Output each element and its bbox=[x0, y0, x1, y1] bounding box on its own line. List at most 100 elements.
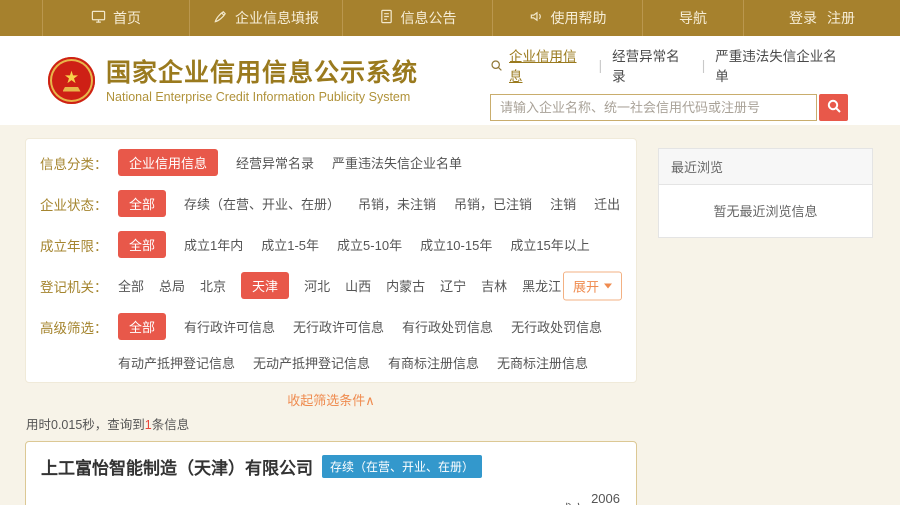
filter-label: 登记机关： bbox=[40, 279, 108, 295]
recent-views-card: 最近浏览 暂无最近浏览信息 bbox=[658, 148, 873, 238]
search-tab-abnormal-list[interactable]: 经营异常名录 bbox=[612, 45, 692, 85]
filter-option[interactable]: 有动产抵押登记信息 bbox=[118, 353, 235, 372]
national-emblem-logo: ★ bbox=[48, 57, 95, 104]
expand-button[interactable]: 展开 bbox=[562, 271, 622, 300]
filter-option[interactable]: 有商标注册信息 bbox=[388, 353, 479, 372]
search-button[interactable] bbox=[819, 94, 848, 121]
nav-item-navigation[interactable]: 导航 bbox=[643, 0, 744, 36]
filter-option[interactable]: 山西 bbox=[345, 276, 371, 295]
pen-icon bbox=[213, 9, 228, 27]
expand-button-label: 展开 bbox=[572, 279, 599, 294]
filter-option[interactable]: 无行政许可信息 bbox=[293, 317, 384, 336]
filter-option[interactable]: 全部 bbox=[118, 231, 167, 258]
search-block: 企业信用信息 经营异常名录 严重违法失信企业名单 bbox=[490, 45, 848, 121]
filter-label: 信息分类： bbox=[40, 156, 108, 172]
filter-label: 高级筛选： bbox=[40, 320, 108, 336]
filter-option[interactable]: 企业信用信息 bbox=[118, 149, 219, 176]
stats-count: 1 bbox=[144, 418, 152, 432]
bulletin-icon bbox=[379, 9, 394, 27]
page-title: 国家企业信用信息公示系统 bbox=[106, 58, 419, 87]
field-establishment-date: 成立日期： 2006年05月24日 bbox=[538, 491, 620, 505]
main-content: 信息分类： 企业信用信息 经营异常名录 严重违法失信企业名单 企业状态： 全部 … bbox=[0, 125, 900, 505]
company-name-link[interactable]: 上工富怡智能制造（天津）有限公司 bbox=[41, 454, 313, 479]
search-tab-credit-info[interactable]: 企业信用信息 bbox=[509, 45, 589, 85]
search-icon bbox=[490, 59, 503, 72]
filter-option[interactable]: 黑龙江 bbox=[522, 276, 561, 295]
login-link[interactable]: 登录 bbox=[789, 8, 817, 28]
site-header: ★ 国家企业信用信息公示系统 National Enterprise Credi… bbox=[0, 36, 900, 125]
filter-option[interactable]: 吊销，已注销 bbox=[454, 194, 532, 213]
filter-option[interactable]: 成立5-10年 bbox=[337, 235, 402, 254]
nav-item-home[interactable]: 首页 bbox=[43, 0, 190, 36]
filter-option[interactable]: 注销 bbox=[550, 194, 576, 213]
recent-views-title: 最近浏览 bbox=[659, 149, 872, 185]
filter-row-registration-authority: 登记机关： 全部 总局 北京 天津 河北 山西 内蒙古 辽宁 吉林 黑龙江 展开 bbox=[40, 265, 622, 306]
filter-label: 企业状态： bbox=[40, 197, 108, 213]
tab-separator bbox=[599, 58, 603, 73]
nav-spacer bbox=[0, 0, 43, 36]
filter-option[interactable]: 全部 bbox=[118, 313, 167, 340]
search-row bbox=[490, 94, 848, 121]
top-navbar: 首页 企业信息填报 信息公告 使用帮助 导航 登录 注册 bbox=[0, 0, 900, 36]
filter-option[interactable]: 成立15年以上 bbox=[510, 235, 589, 254]
filter-option[interactable]: 全部 bbox=[118, 276, 144, 295]
nav-item-label: 企业信息填报 bbox=[235, 10, 319, 26]
filter-option[interactable]: 迁出 bbox=[594, 194, 620, 213]
magnifier-icon bbox=[826, 98, 842, 117]
filter-option[interactable]: 河北 bbox=[304, 276, 330, 295]
nav-item-label: 使用帮助 bbox=[550, 10, 607, 26]
collapse-filters-link[interactable]: 收起筛选条件∧ bbox=[25, 390, 637, 409]
nav-item-enterprise-filing[interactable]: 企业信息填报 bbox=[190, 0, 343, 36]
filter-option[interactable]: 经营异常名录 bbox=[236, 153, 314, 172]
register-link[interactable]: 注册 bbox=[827, 8, 855, 28]
filter-option[interactable]: 吉林 bbox=[481, 276, 507, 295]
search-stats: 用时0.015秒，查询到1条信息 bbox=[26, 414, 637, 433]
monitor-icon bbox=[91, 9, 106, 27]
result-title-row: 上工富怡智能制造（天津）有限公司 存续（在营、开业、在册） bbox=[41, 454, 620, 479]
search-input[interactable] bbox=[490, 94, 817, 121]
filter-row-info-category: 信息分类： 企业信用信息 经营异常名录 严重违法失信企业名单 bbox=[40, 142, 622, 183]
filter-option[interactable]: 全部 bbox=[118, 190, 167, 217]
nav-item-announcements[interactable]: 信息公告 bbox=[343, 0, 493, 36]
stats-prefix: 用时0.015秒，查询到 bbox=[26, 418, 145, 432]
results-column: 信息分类： 企业信用信息 经营异常名录 严重违法失信企业名单 企业状态： 全部 … bbox=[25, 138, 637, 505]
filter-option[interactable]: 严重违法失信企业名单 bbox=[332, 153, 462, 172]
filter-option[interactable]: 成立1-5年 bbox=[261, 235, 319, 254]
speaker-icon bbox=[529, 9, 544, 27]
filter-row-establishment-years: 成立年限： 全部 成立1年内 成立1-5年 成立5-10年 成立10-15年 成… bbox=[40, 224, 622, 265]
filter-label: 成立年限： bbox=[40, 238, 108, 254]
filter-option[interactable]: 辽宁 bbox=[440, 276, 466, 295]
filter-row-advanced: 高级筛选： 全部 有行政许可信息 无行政许可信息 有行政处罚信息 无行政处罚信息 bbox=[40, 306, 622, 347]
result-fields: 统一社会信用代码： 9112022478639352X6 法定代表人： 夏国强 … bbox=[41, 491, 620, 505]
sidebar: 最近浏览 暂无最近浏览信息 bbox=[658, 148, 873, 505]
filter-option[interactable]: 天津 bbox=[241, 272, 290, 299]
filter-option[interactable]: 成立1年内 bbox=[184, 235, 243, 254]
search-tab-illegal-list[interactable]: 严重违法失信企业名单 bbox=[715, 45, 848, 85]
filter-option[interactable]: 有行政许可信息 bbox=[184, 317, 275, 336]
filter-option[interactable]: 内蒙古 bbox=[386, 276, 425, 295]
filter-option[interactable]: 无商标注册信息 bbox=[497, 353, 588, 372]
filter-option[interactable]: 有行政处罚信息 bbox=[402, 317, 493, 336]
nav-item-label: 导航 bbox=[679, 10, 707, 26]
filter-option[interactable]: 总局 bbox=[159, 276, 185, 295]
filter-row-advanced-continued: 有动产抵押登记信息 无动产抵押登记信息 有商标注册信息 无商标注册信息 bbox=[40, 347, 622, 377]
filter-panel: 信息分类： 企业信用信息 经营异常名录 严重违法失信企业名单 企业状态： 全部 … bbox=[25, 138, 637, 383]
site-title-block: 国家企业信用信息公示系统 National Enterprise Credit … bbox=[106, 58, 418, 104]
stats-suffix: 条信息 bbox=[151, 418, 190, 432]
recent-views-empty-text: 暂无最近浏览信息 bbox=[713, 204, 818, 219]
nav-auth: 登录 注册 bbox=[744, 0, 900, 36]
chevron-down-icon bbox=[604, 283, 612, 288]
tab-separator bbox=[702, 58, 706, 73]
establishment-date-value: 2006年05月24日 bbox=[591, 491, 620, 505]
nav-item-help[interactable]: 使用帮助 bbox=[493, 0, 643, 36]
filter-option[interactable]: 吊销，未注销 bbox=[358, 194, 436, 213]
filter-option[interactable]: 成立10-15年 bbox=[420, 235, 492, 254]
filter-option[interactable]: 无动产抵押登记信息 bbox=[253, 353, 370, 372]
page-subtitle: National Enterprise Credit Information P… bbox=[106, 89, 411, 104]
filter-option[interactable]: 无行政处罚信息 bbox=[511, 317, 602, 336]
filter-option[interactable]: 北京 bbox=[200, 276, 226, 295]
filter-option[interactable]: 存续（在营、开业、在册） bbox=[184, 194, 340, 213]
field-label: 成立日期： bbox=[559, 499, 585, 505]
nav-item-label: 信息公告 bbox=[400, 10, 457, 26]
result-card: 上工富怡智能制造（天津）有限公司 存续（在营、开业、在册） 统一社会信用代码： … bbox=[25, 441, 637, 505]
